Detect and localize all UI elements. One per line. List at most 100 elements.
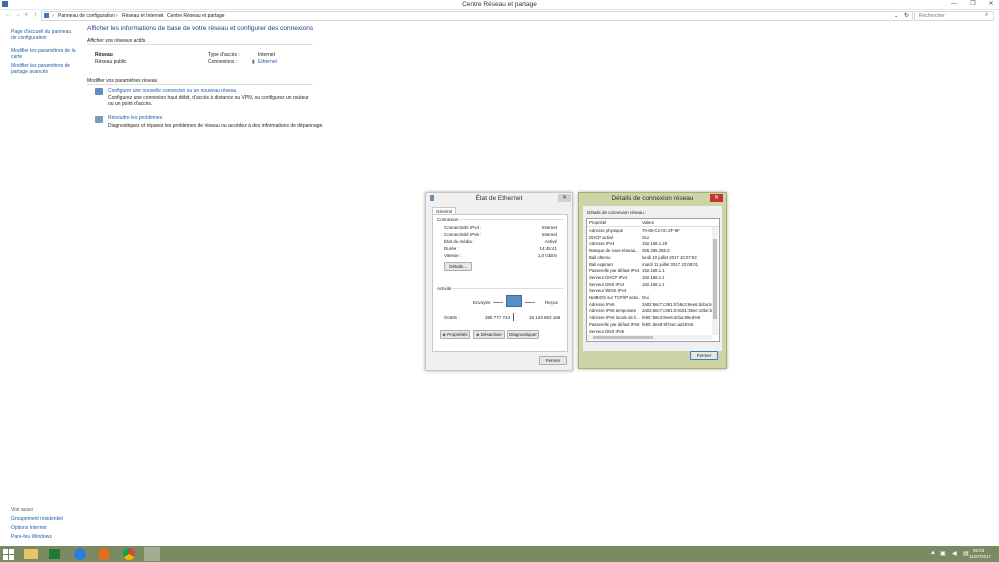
sidebar-link-internet-options[interactable]: Options Internet bbox=[11, 525, 77, 531]
breadcrumb-network-internet[interactable]: Réseau et Internet bbox=[122, 13, 163, 19]
detail-value[interactable]: Oui bbox=[642, 235, 712, 240]
address-dropdown-icon[interactable]: ⌄ bbox=[894, 13, 898, 19]
detail-property[interactable]: Passerelle par défaut IPv4 bbox=[589, 268, 640, 273]
column-header-value[interactable]: Valeur bbox=[642, 220, 654, 225]
maximize-button[interactable]: ❐ bbox=[967, 0, 979, 8]
details-close-x-button[interactable]: ✕ bbox=[710, 194, 723, 202]
address-box[interactable]: › Panneau de configuration › Réseau et I… bbox=[41, 11, 913, 21]
detail-property[interactable]: Adresse IPv6 temporaire bbox=[589, 308, 640, 313]
sidebar: Page d'accueil du panneau de configurati… bbox=[0, 22, 82, 546]
divider bbox=[457, 219, 563, 220]
access-type-label: Type d'accès : bbox=[208, 52, 240, 58]
ipv4-connectivity-value: Internet bbox=[541, 225, 557, 230]
forward-arrow-icon[interactable]: → bbox=[15, 12, 21, 18]
windows-icon bbox=[3, 549, 14, 560]
properties-button[interactable]: ◆ Propriétés bbox=[440, 330, 470, 339]
detail-value[interactable]: 2a02:56c7:c381:0:b8c3:8ee6:dcba:9 bbox=[642, 302, 712, 307]
firefox-icon[interactable] bbox=[98, 548, 110, 560]
tray-network-icon[interactable]: ▣ bbox=[940, 550, 946, 557]
detail-property[interactable]: Serveur DHCP IPv4 bbox=[589, 275, 640, 280]
detail-value[interactable]: 192.168.1.1 bbox=[642, 275, 712, 280]
breadcrumb-control-panel[interactable]: Panneau de configuration bbox=[58, 13, 115, 19]
detail-value[interactable]: Oui bbox=[642, 295, 712, 300]
details-button[interactable]: Détails... bbox=[444, 262, 472, 271]
detail-value[interactable]: fe80::b8c3:8ee6:dcba:90ed%5 bbox=[642, 315, 712, 320]
detail-value[interactable]: 192.168.1.1 bbox=[642, 282, 712, 287]
sidebar-item-adapter-settings[interactable]: Modifier les paramètres de la carte bbox=[11, 48, 77, 60]
header-divider bbox=[587, 226, 719, 227]
detail-property[interactable]: Serveur DNS IPv6 bbox=[589, 329, 640, 334]
detail-value[interactable]: mardi 11 juillet 2017 22:08:01 bbox=[642, 262, 712, 267]
troubleshoot-link[interactable]: Résoudre les problèmes bbox=[108, 115, 162, 121]
detail-value[interactable]: 192.168.1.1 bbox=[642, 268, 712, 273]
minimize-button[interactable]: — bbox=[948, 0, 960, 8]
internet-explorer-icon[interactable] bbox=[74, 548, 86, 560]
scroll-thumb[interactable] bbox=[593, 336, 653, 339]
network-activity-icon bbox=[506, 295, 522, 307]
start-button[interactable] bbox=[3, 549, 14, 560]
detail-property[interactable]: NetBIOS sur TCP/IP activ... bbox=[589, 295, 640, 300]
sidebar-link-homegroup[interactable]: Groupement résidentiel bbox=[11, 516, 77, 522]
details-subtitle: Détails de connexion réseau : bbox=[587, 210, 647, 215]
detail-property[interactable]: Adresse physique bbox=[589, 228, 640, 233]
ipv6-connectivity-value: Internet bbox=[541, 232, 557, 237]
detail-value[interactable]: fe80::dee8:9f:feec:ad1b%5 bbox=[642, 322, 712, 327]
close-dialog-button[interactable]: Fermer bbox=[539, 356, 567, 365]
clock-date[interactable]: 11/07/2017 bbox=[969, 554, 991, 559]
spreadsheet-app-icon[interactable] bbox=[49, 549, 60, 559]
tray-language-icon[interactable]: ▤ bbox=[963, 550, 969, 557]
detail-property[interactable]: Serveur WINS IPv4 bbox=[589, 288, 640, 293]
tray-up-arrow-icon[interactable]: ▲ bbox=[930, 550, 936, 556]
up-arrow-icon[interactable]: ↑ bbox=[34, 12, 37, 18]
detail-value[interactable]: 2a02:56c7:c381:0:9151:35ee:10be:b bbox=[642, 308, 712, 313]
sidebar-item-advanced-sharing[interactable]: Modifier les paramètres de partage avanc… bbox=[11, 63, 77, 75]
detail-property[interactable]: Passerelle par défaut IPv6 bbox=[589, 322, 640, 327]
detail-value[interactable]: lundi 10 juillet 2017 10:07:52 bbox=[642, 255, 712, 260]
chrome-icon[interactable] bbox=[123, 548, 135, 560]
search-box[interactable]: Rechercher ⌕ bbox=[914, 11, 994, 21]
network-center-taskbar-icon[interactable] bbox=[144, 547, 160, 561]
ethernet-link[interactable]: Ethernet bbox=[258, 59, 277, 65]
disable-button[interactable]: ◆ Désactiver bbox=[473, 330, 505, 339]
sidebar-link-firewall[interactable]: Pare-feu Windows bbox=[11, 534, 77, 540]
disable-label: Désactiver bbox=[480, 332, 502, 337]
column-header-property[interactable]: Propriété bbox=[589, 220, 606, 225]
search-icon[interactable]: ⌕ bbox=[985, 12, 988, 19]
show-desktop-button[interactable] bbox=[995, 546, 999, 562]
received-label: Reçus bbox=[545, 300, 558, 305]
dialog-close-button[interactable]: ✕ bbox=[558, 194, 571, 202]
detail-property[interactable]: Adresse IPv6 locale de li... bbox=[589, 315, 640, 320]
recent-pages-icon[interactable]: ▾ bbox=[25, 12, 28, 18]
vertical-scrollbar[interactable] bbox=[712, 227, 718, 335]
detail-property[interactable]: Serveur DNS IPv4 bbox=[589, 282, 640, 287]
divider bbox=[87, 84, 313, 85]
sidebar-item-control-panel-home[interactable]: Page d'accueil du panneau de configurati… bbox=[11, 29, 77, 41]
detail-value[interactable]: 70-85-C2-0C-2F-5F bbox=[642, 228, 712, 233]
octets-separator bbox=[513, 313, 514, 321]
details-list[interactable]: Propriété Valeur Adresse physique 70-85-C… bbox=[586, 218, 720, 342]
breadcrumb-network-center[interactable]: Centre Réseau et partage bbox=[167, 13, 225, 19]
new-connection-link[interactable]: Configurer une nouvelle connexion ou un … bbox=[108, 88, 236, 94]
detail-value[interactable]: 255.255.255.0 bbox=[642, 248, 712, 253]
network-name: Réseau bbox=[95, 52, 113, 58]
diagnose-button[interactable]: Diagnostiquer bbox=[507, 330, 539, 339]
file-explorer-icon[interactable] bbox=[24, 549, 38, 559]
search-input[interactable]: Rechercher bbox=[919, 13, 945, 19]
details-dialog-title: Détails de connexion réseau bbox=[611, 195, 694, 202]
detail-property[interactable]: Bail expirant bbox=[589, 262, 640, 267]
detail-property[interactable]: DHCP activé bbox=[589, 235, 640, 240]
detail-value[interactable]: 192.168.1.29 bbox=[642, 241, 712, 246]
scroll-thumb[interactable] bbox=[713, 239, 717, 319]
detail-property[interactable]: Masque de sous-réseau... bbox=[589, 248, 640, 253]
clock-time[interactable]: 06:53 bbox=[973, 548, 984, 553]
refresh-icon[interactable]: ↻ bbox=[904, 12, 909, 19]
detail-property[interactable]: Adresse IPv4 bbox=[589, 241, 640, 246]
detail-property[interactable]: Adresse IPv6 bbox=[589, 302, 640, 307]
tray-volume-icon[interactable]: ◀ bbox=[952, 550, 957, 557]
shield-icon: ◆ bbox=[476, 332, 480, 337]
back-arrow-icon[interactable]: ← bbox=[5, 12, 11, 18]
details-close-button[interactable]: Fermer bbox=[690, 351, 718, 360]
close-button[interactable]: ✕ bbox=[985, 0, 997, 8]
detail-property[interactable]: Bail obtenu bbox=[589, 255, 640, 260]
horizontal-scrollbar[interactable] bbox=[587, 335, 712, 340]
